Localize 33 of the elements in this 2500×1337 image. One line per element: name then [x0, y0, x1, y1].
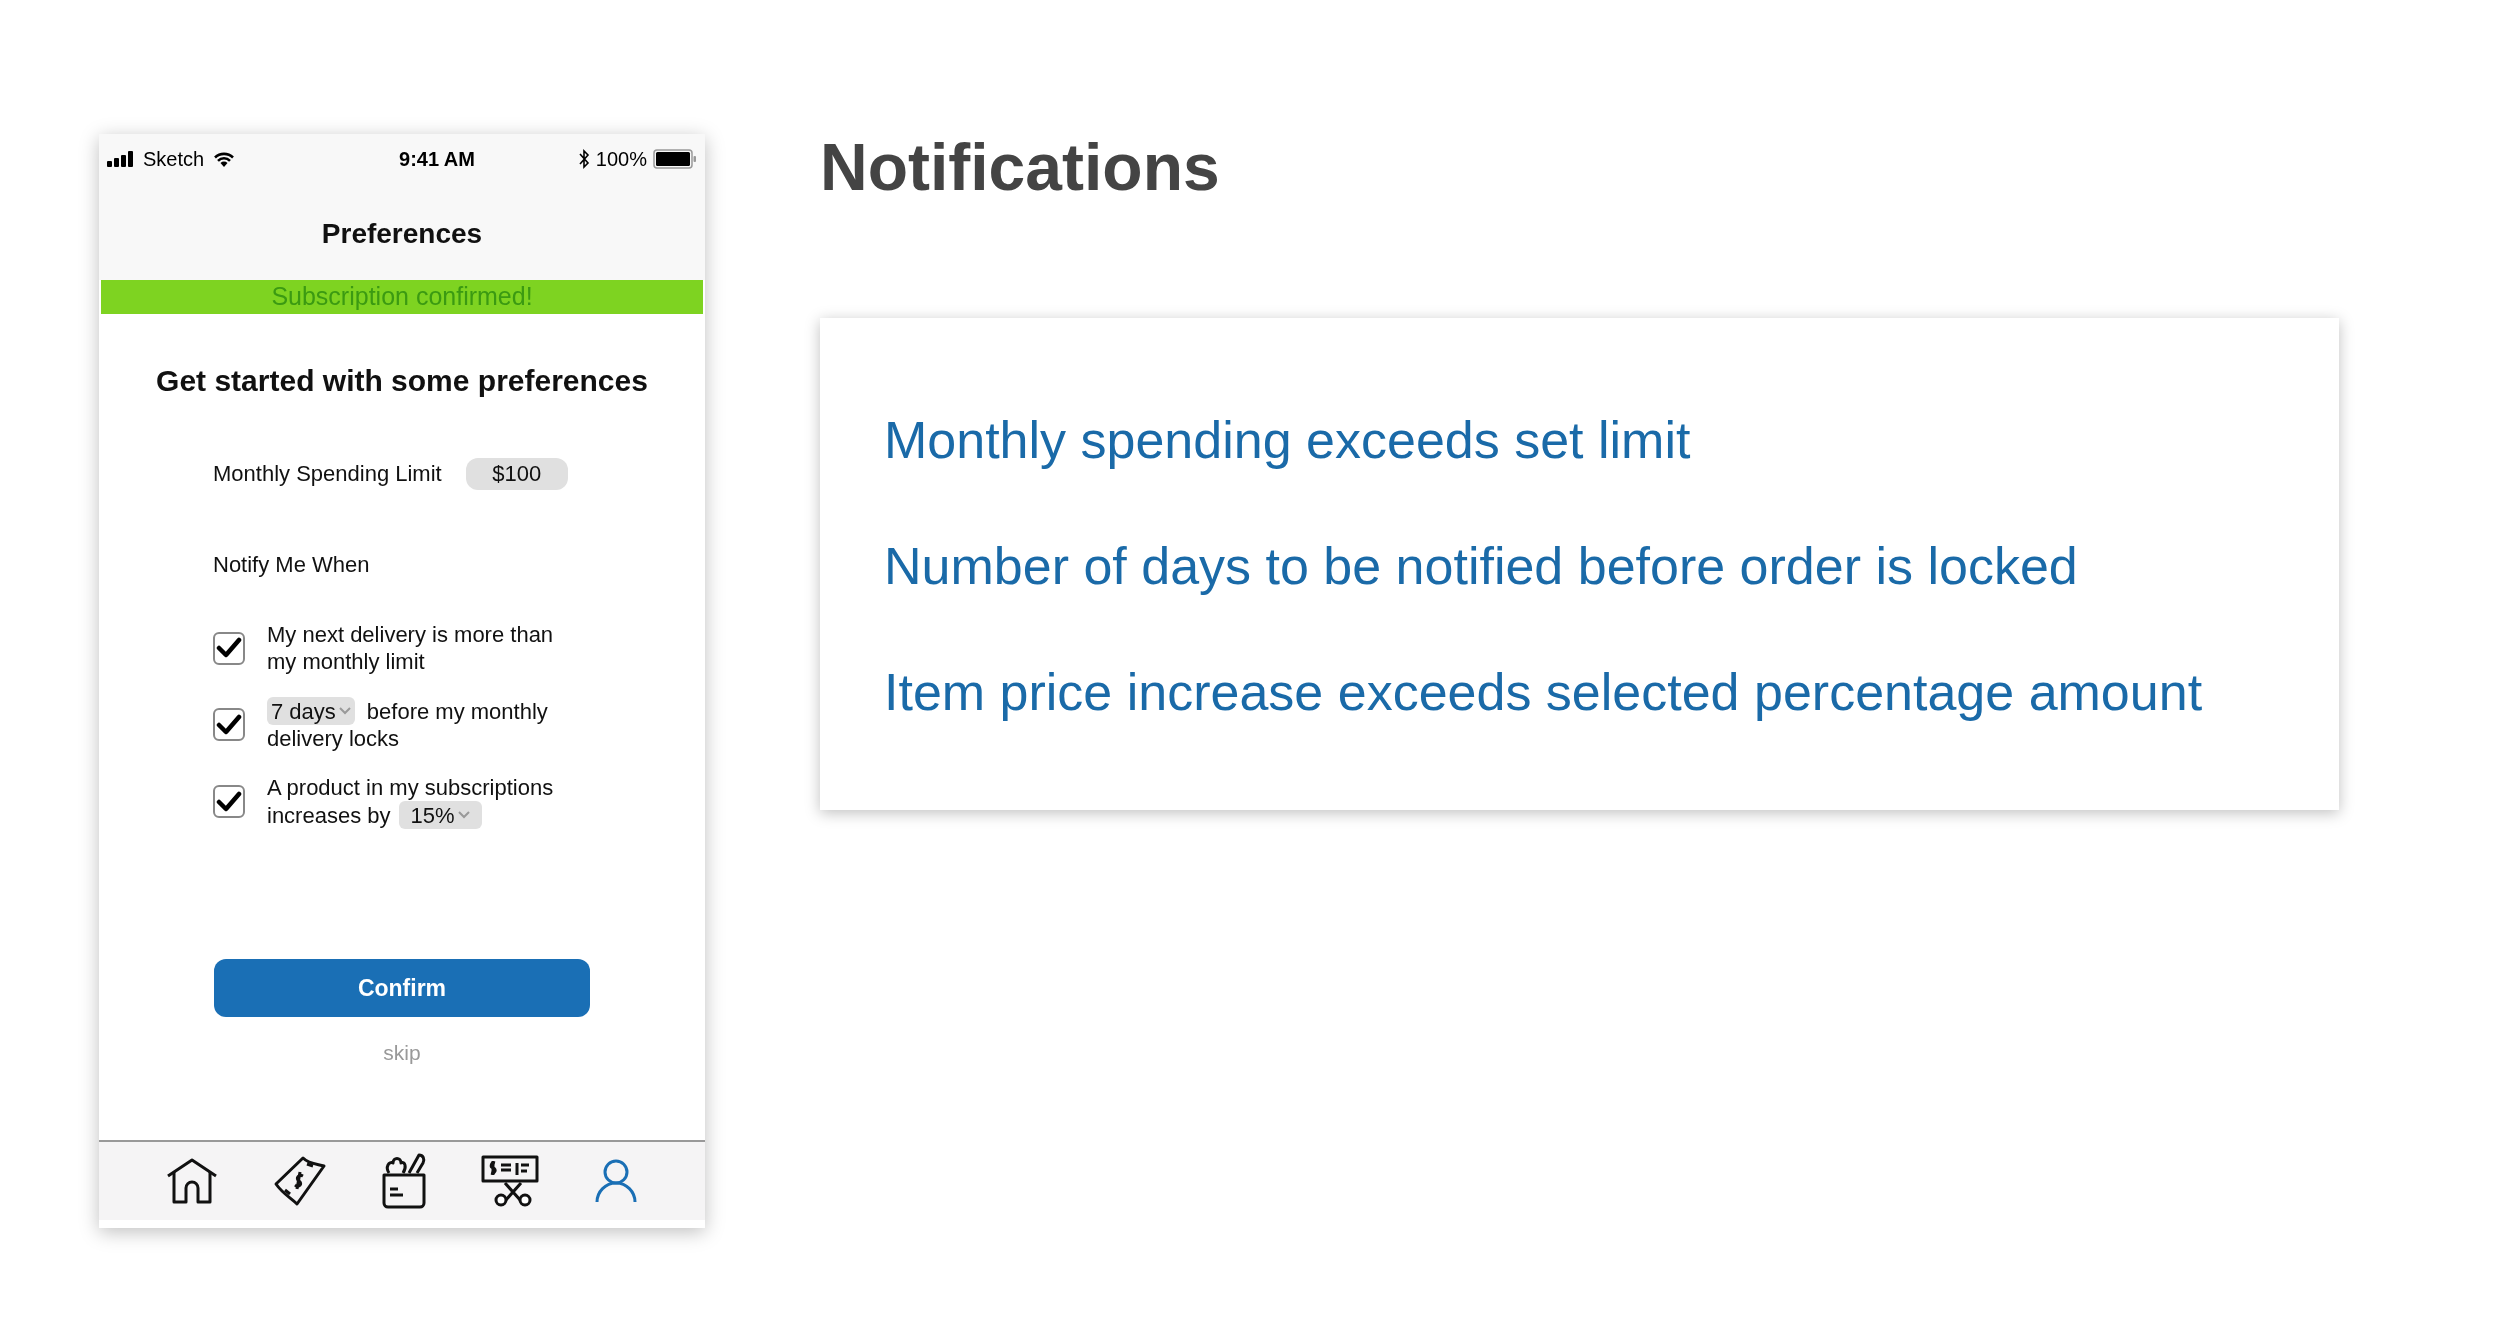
option-text: delivery locks	[267, 725, 400, 752]
section-heading: Get started with some preferences	[156, 363, 648, 399]
screen-title: Preferences	[321, 217, 483, 251]
person-icon[interactable]	[593, 1158, 638, 1204]
coupon-scissors-icon[interactable]	[481, 1155, 540, 1207]
clock-time: 9:41 AM	[399, 147, 475, 172]
checkbox[interactable]	[213, 708, 245, 741]
signal-icon	[107, 151, 135, 167]
option-text: increases by	[267, 801, 391, 829]
option-text: my monthly limit	[267, 648, 425, 675]
wifi-icon	[212, 150, 237, 168]
checkbox[interactable]	[213, 631, 245, 665]
grocery-bag-icon[interactable]	[380, 1153, 427, 1209]
option-text: A product in my subscriptions	[267, 774, 554, 801]
dropdown[interactable]: 15%	[398, 801, 482, 829]
chevron-icon	[457, 811, 470, 819]
bluetooth-icon	[577, 149, 590, 169]
option-text: before my monthly	[366, 697, 548, 725]
carrier-name: Sketch	[143, 147, 205, 172]
page-title: Notifications	[820, 134, 1220, 200]
option-text: My next delivery is more than	[267, 621, 554, 648]
banknote-icon[interactable]	[272, 1154, 327, 1208]
checkbox[interactable]	[213, 785, 245, 818]
dropdown[interactable]: 7 days	[267, 697, 355, 725]
success-banner: Subscription confirmed!	[101, 280, 703, 314]
battery-icon	[653, 149, 697, 169]
home-icon[interactable]	[166, 1158, 219, 1204]
battery-percent: 100%	[595, 147, 647, 172]
confirm-button[interactable]: Confirm	[214, 959, 590, 1017]
chevron-icon	[338, 707, 351, 715]
amount-field[interactable]: $100	[465, 457, 568, 490]
section-label: Notify Me When	[213, 552, 370, 577]
field-label: Monthly Spending Limit	[213, 460, 442, 488]
